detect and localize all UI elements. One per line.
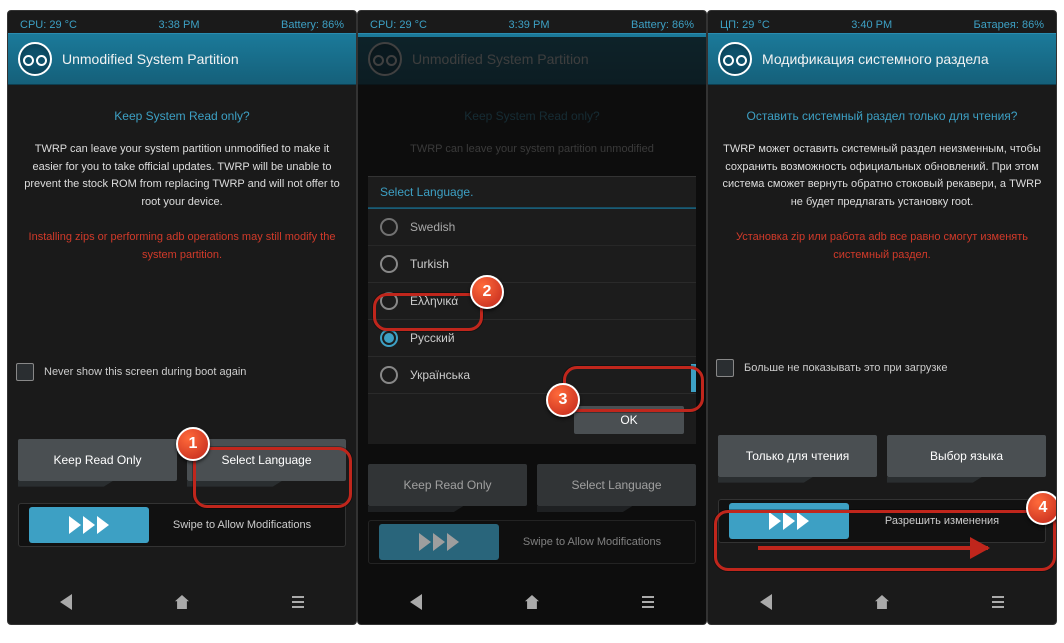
keep-read-only-button[interactable]: Только для чтения (718, 435, 877, 477)
twrp-logo-icon (18, 42, 52, 76)
phone-screen-2: CPU: 29 °C 3:39 PM Battery: 86% Unmodifi… (357, 10, 707, 625)
swipe-slider[interactable]: Разрешить изменения (718, 499, 1046, 543)
language-dialog-title: Select Language. (368, 177, 696, 208)
back-icon[interactable] (410, 594, 422, 610)
radio-icon[interactable] (380, 218, 398, 236)
chevron-right-icon (83, 516, 95, 534)
description-text: TWRP может оставить системный раздел неи… (716, 141, 1048, 211)
select-language-button[interactable]: Select Language (537, 464, 696, 506)
home-icon[interactable] (525, 595, 539, 609)
chevron-right-icon (97, 516, 109, 534)
cpu-temp: CPU: 29 °C (370, 19, 427, 31)
android-navbar (708, 584, 1056, 620)
swipe-label: Swipe to Allow Modifications (149, 519, 335, 531)
never-show-label: Never show this screen during boot again (44, 366, 246, 378)
phone-screen-3: ЦП: 29 °C 3:40 PM Батарея: 86% Модификац… (707, 10, 1057, 625)
swipe-handle[interactable] (29, 507, 149, 543)
twrp-logo-icon (718, 42, 752, 76)
radio-icon[interactable] (380, 255, 398, 273)
recent-icon[interactable] (642, 596, 654, 598)
swipe-slider[interactable]: Swipe to Allow Modifications (368, 520, 696, 564)
phone-screen-1: CPU: 29 °C 3:38 PM Battery: 86% Unmodifi… (7, 10, 357, 625)
battery: Battery: 86% (631, 19, 694, 31)
page-title: Unmodified System Partition (62, 51, 239, 67)
android-navbar (358, 584, 706, 620)
prompt-heading: Keep System Read only? (16, 109, 348, 123)
home-icon[interactable] (175, 595, 189, 609)
chevron-right-icon (769, 512, 781, 530)
language-option-swedish[interactable]: Swedish (368, 208, 696, 246)
swipe-slider[interactable]: Swipe to Allow Modifications (18, 503, 346, 547)
select-language-button[interactable]: Select Language (187, 439, 346, 481)
page-title: Модификация системного раздела (762, 51, 989, 67)
language-option-russian[interactable]: Русский (368, 320, 696, 357)
warning-text: Установка zip или работа adb все равно с… (716, 229, 1048, 264)
home-icon[interactable] (875, 595, 889, 609)
language-option-greek[interactable]: Ελληνικά (368, 283, 696, 320)
callout-badge-3: 3 (546, 383, 580, 417)
warning-text: Installing zips or performing adb operat… (16, 229, 348, 264)
header: Unmodified System Partition (8, 33, 356, 85)
status-bar: ЦП: 29 °C 3:40 PM Батарея: 86% (708, 11, 1056, 33)
callout-badge-4: 4 (1026, 491, 1057, 525)
keep-read-only-button[interactable]: Keep Read Only (368, 464, 527, 506)
swipe-label: Swipe to Allow Modifications (499, 536, 685, 548)
never-show-checkbox[interactable] (16, 363, 34, 381)
swipe-handle[interactable] (379, 524, 499, 560)
language-dialog: Select Language. Swedish Turkish Ελληνικ… (368, 176, 696, 444)
back-icon[interactable] (760, 594, 772, 610)
status-bar: CPU: 29 °C 3:39 PM Battery: 86% (358, 11, 706, 33)
radio-selected-icon[interactable] (380, 329, 398, 347)
prompt-heading: Оставить системный раздел только для чте… (716, 109, 1048, 123)
callout-badge-1: 1 (176, 427, 210, 461)
chevron-right-icon (447, 533, 459, 551)
battery: Батарея: 86% (974, 19, 1044, 31)
header: Модификация системного раздела (708, 33, 1056, 85)
ok-button[interactable]: OK (574, 406, 684, 434)
callout-arrow (758, 546, 988, 550)
chevron-right-icon (419, 533, 431, 551)
cpu-temp: CPU: 29 °C (20, 19, 77, 31)
back-icon[interactable] (60, 594, 72, 610)
scrollbar[interactable] (691, 211, 696, 392)
battery: Battery: 86% (281, 19, 344, 31)
android-navbar (8, 584, 356, 620)
chevron-right-icon (69, 516, 81, 534)
chevron-right-icon (433, 533, 445, 551)
recent-icon[interactable] (292, 596, 304, 598)
clock: 3:39 PM (509, 19, 550, 31)
never-show-checkbox[interactable] (716, 359, 734, 377)
language-option-ukrainian[interactable]: Українська (368, 357, 696, 394)
status-bar: CPU: 29 °C 3:38 PM Battery: 86% (8, 11, 356, 33)
radio-icon[interactable] (380, 366, 398, 384)
chevron-right-icon (783, 512, 795, 530)
recent-icon[interactable] (992, 596, 1004, 598)
swipe-label: Разрешить изменения (849, 515, 1035, 527)
chevron-right-icon (797, 512, 809, 530)
radio-icon[interactable] (380, 292, 398, 310)
cpu-temp: ЦП: 29 °C (720, 19, 770, 31)
select-language-button[interactable]: Выбор языка (887, 435, 1046, 477)
clock: 3:38 PM (159, 19, 200, 31)
never-show-label: Больше не показывать это при загрузке (744, 362, 947, 374)
keep-read-only-button[interactable]: Keep Read Only (18, 439, 177, 481)
clock: 3:40 PM (851, 19, 892, 31)
never-show-row[interactable]: Больше не показывать это при загрузке (708, 351, 1056, 385)
description-text: TWRP can leave your system partition unm… (16, 141, 348, 211)
never-show-row[interactable]: Never show this screen during boot again (8, 355, 356, 389)
callout-badge-2: 2 (470, 275, 504, 309)
language-option-turkish[interactable]: Turkish (368, 246, 696, 283)
swipe-handle[interactable] (729, 503, 849, 539)
